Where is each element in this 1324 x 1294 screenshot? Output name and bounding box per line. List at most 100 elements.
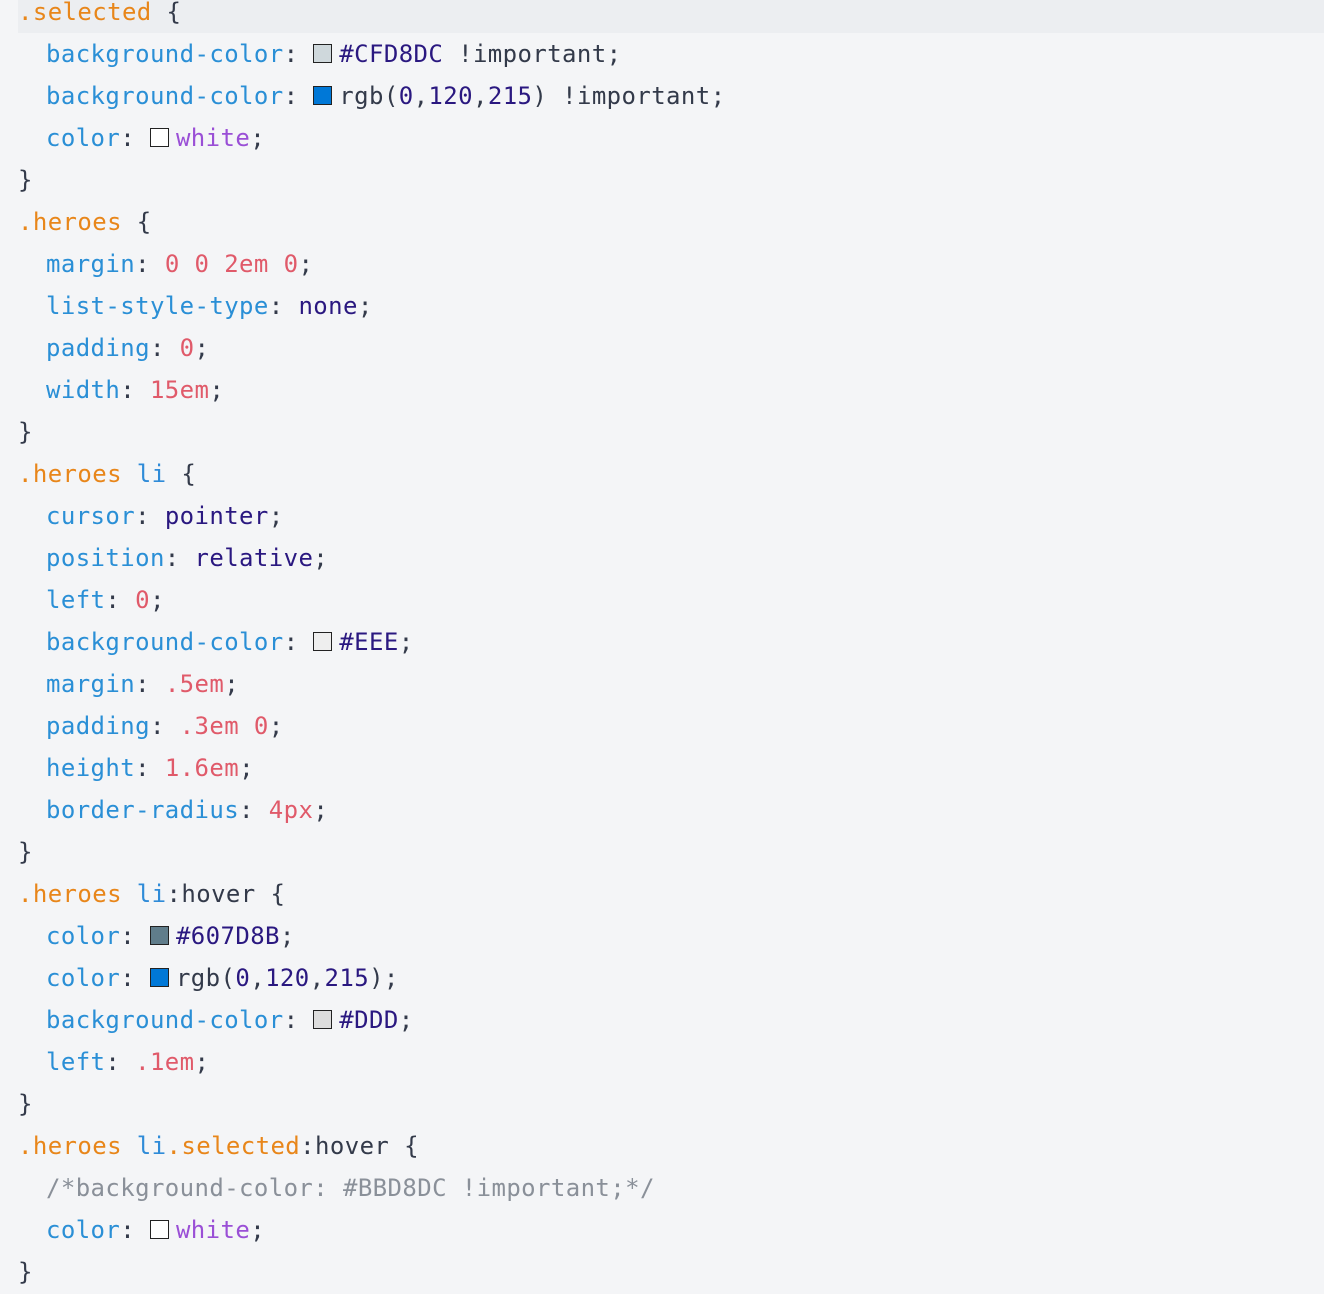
rgb-arg: 215: [487, 82, 533, 110]
property-value: #DDD: [339, 1006, 399, 1034]
code-line[interactable]: }: [18, 1251, 33, 1293]
code-line[interactable]: height: 1.6em;: [18, 747, 254, 789]
code-line[interactable]: background-color: rgb(0,120,215) !import…: [18, 75, 725, 117]
declaration: cursor: pointer;: [18, 502, 284, 530]
comma: ,: [472, 82, 488, 110]
code-line[interactable]: padding: .3em 0;: [18, 705, 284, 747]
semicolon: ;: [268, 712, 284, 740]
code-line[interactable]: color: rgb(0,120,215);: [18, 957, 399, 999]
selector-part: li: [121, 1132, 167, 1160]
code-line[interactable]: background-color: #EEE;: [18, 621, 414, 663]
rgb-arg: 215: [324, 964, 370, 992]
code-line[interactable]: background-color: #CFD8DC !important;: [18, 33, 621, 75]
colon: :: [268, 292, 299, 320]
selector-part: :hover: [166, 880, 256, 908]
colon: :: [135, 670, 165, 698]
code-line[interactable]: }: [18, 1083, 33, 1125]
property-value: 1.6em: [164, 754, 240, 782]
declaration: left: 0;: [18, 586, 165, 614]
property-name: color: [46, 124, 121, 152]
code-line[interactable]: left: 0;: [18, 579, 165, 621]
colon: :: [135, 754, 165, 782]
code-line[interactable]: color: white;: [18, 117, 265, 159]
property-value: 0 0 2em 0: [164, 250, 299, 278]
semicolon: ;: [606, 40, 622, 68]
color-swatch-icon[interactable]: [149, 128, 169, 147]
property-value: none: [298, 292, 358, 320]
close-brace: }: [18, 418, 33, 446]
colon: :: [105, 1048, 136, 1076]
code-line[interactable]: position: relative;: [18, 537, 328, 579]
semicolon: ;: [250, 124, 266, 152]
code-line[interactable]: .heroes li {: [18, 453, 196, 495]
color-swatch-icon[interactable]: [313, 1010, 333, 1029]
close-brace: }: [18, 838, 33, 866]
colon: :: [120, 376, 150, 404]
declaration: left: .1em;: [18, 1048, 209, 1076]
color-swatch-icon[interactable]: [149, 968, 169, 987]
rgb-arg: 0: [235, 964, 251, 992]
semicolon: ;: [710, 82, 726, 110]
property-value: #EEE: [339, 628, 399, 656]
code-line[interactable]: background-color: #DDD;: [18, 999, 414, 1041]
selector-part: .heroes: [18, 208, 122, 236]
code-line[interactable]: cursor: pointer;: [18, 495, 284, 537]
code-line[interactable]: .heroes {: [18, 201, 152, 243]
code-line[interactable]: .selected {: [18, 0, 1324, 33]
code-line[interactable]: margin: 0 0 2em 0;: [18, 243, 313, 285]
property-name: color: [46, 922, 121, 950]
rgb-close: ): [532, 82, 548, 110]
property-name: height: [46, 754, 136, 782]
color-swatch-icon[interactable]: [313, 86, 333, 105]
property-value: white: [175, 124, 251, 152]
semicolon: ;: [194, 1048, 210, 1076]
declaration: border-radius: 4px;: [18, 796, 328, 824]
semicolon: ;: [224, 670, 240, 698]
open-brace: {: [151, 0, 182, 26]
open-brace: {: [389, 1132, 419, 1160]
code-line[interactable]: width: 15em;: [18, 369, 224, 411]
rgb-arg: 120: [428, 82, 473, 110]
css-code-editor[interactable]: .selected { background-color: #CFD8DC !im…: [0, 0, 1324, 1294]
property-name: width: [46, 376, 121, 404]
code-line[interactable]: .heroes li.selected:hover {: [18, 1125, 419, 1167]
close-brace: }: [18, 1090, 33, 1118]
code-line[interactable]: }: [18, 411, 33, 453]
code-line[interactable]: /*background-color: #BBD8DC !important;*…: [18, 1167, 655, 1209]
code-line[interactable]: list-style-type: none;: [18, 285, 373, 327]
property-name: padding: [46, 712, 150, 740]
rgb-arg: 0: [398, 82, 414, 110]
color-swatch-icon[interactable]: [149, 1220, 169, 1239]
declaration: margin: .5em;: [18, 670, 239, 698]
color-swatch-icon[interactable]: [149, 926, 169, 945]
code-line[interactable]: }: [18, 831, 33, 873]
selector-part: .heroes: [18, 880, 122, 908]
rgb-close: ): [369, 964, 384, 992]
colon: :: [135, 250, 165, 278]
code-line[interactable]: color: white;: [18, 1209, 265, 1251]
important-flag: !important: [547, 82, 711, 110]
code-line[interactable]: }: [18, 159, 33, 201]
declaration: background-color: #CFD8DC !important;: [18, 40, 621, 68]
property-value: white: [175, 1216, 251, 1244]
semicolon: ;: [383, 964, 399, 992]
semicolon: ;: [239, 754, 254, 782]
property-name: margin: [46, 670, 136, 698]
declaration: list-style-type: none;: [18, 292, 373, 320]
property-name: cursor: [46, 502, 136, 530]
color-swatch-icon[interactable]: [313, 44, 333, 63]
declaration: color: rgb(0,120,215);: [18, 964, 399, 992]
colon: :: [149, 712, 180, 740]
color-swatch-icon[interactable]: [313, 632, 333, 651]
property-value: #607D8B: [175, 922, 280, 950]
colon: :: [120, 964, 150, 992]
code-line[interactable]: .heroes li:hover {: [18, 873, 285, 915]
code-line[interactable]: margin: .5em;: [18, 663, 239, 705]
code-line[interactable]: border-radius: 4px;: [18, 789, 328, 831]
code-line[interactable]: padding: 0;: [18, 327, 209, 369]
declaration: margin: 0 0 2em 0;: [18, 250, 313, 278]
code-line[interactable]: color: #607D8B;: [18, 915, 295, 957]
declaration: padding: 0;: [18, 334, 209, 362]
code-line[interactable]: left: .1em;: [18, 1041, 209, 1083]
declaration: background-color: rgb(0,120,215) !import…: [18, 82, 725, 110]
